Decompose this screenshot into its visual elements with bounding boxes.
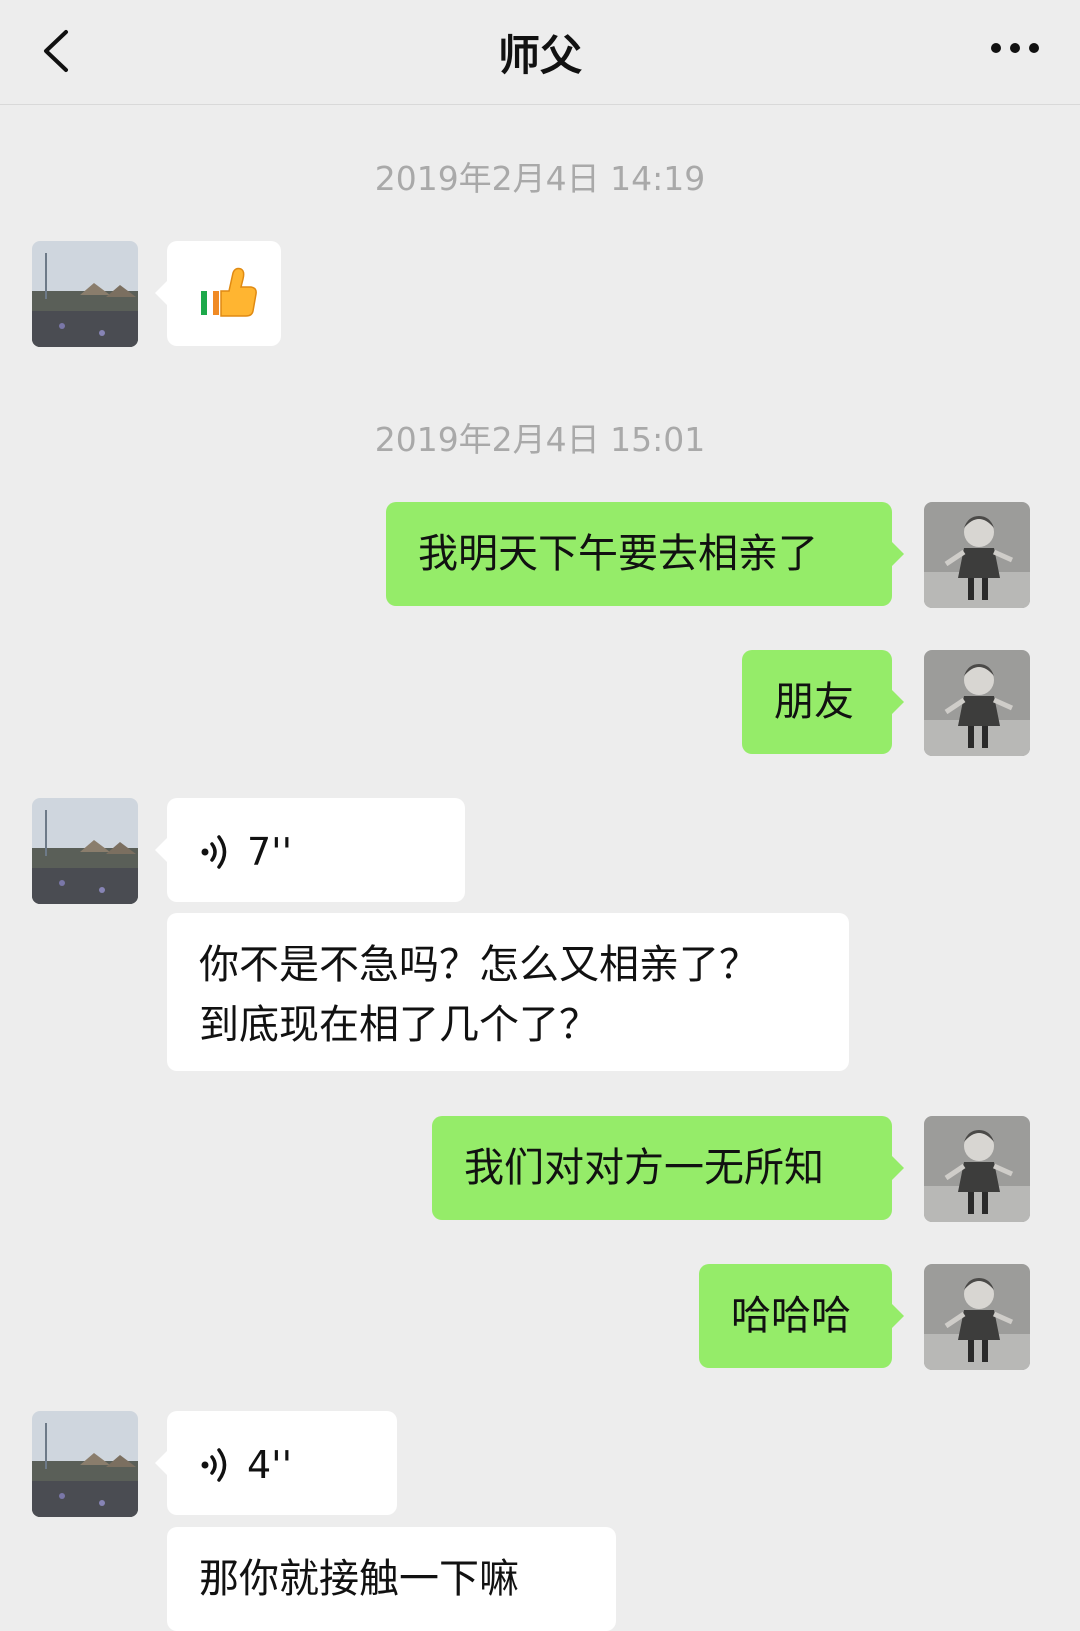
user-avatar[interactable]: [924, 1116, 1030, 1222]
message-bubble-incoming[interactable]: 你不是不急吗？怎么又相亲了？ 到底现在相了几个了？: [167, 913, 849, 1071]
landscape-avatar-image: [32, 1411, 138, 1517]
landscape-avatar-image: [32, 798, 138, 904]
voice-message-bubble[interactable]: 7'': [155, 798, 465, 902]
timestamp: 2019年2月4日 14:19: [374, 159, 706, 198]
voice-duration: 7'': [247, 830, 293, 874]
landscape-avatar-image: [32, 241, 138, 347]
message-bubble-outgoing[interactable]: 我们对对方一无所知: [432, 1116, 904, 1220]
voice-message-bubble[interactable]: 4'': [155, 1411, 397, 1515]
contact-avatar[interactable]: [32, 241, 138, 347]
more-dots-icon: [991, 43, 1039, 53]
contact-avatar[interactable]: [32, 798, 138, 904]
message-bubble-outgoing[interactable]: 哈哈哈: [699, 1264, 904, 1368]
child-photo-avatar-image: [924, 1116, 1030, 1222]
voice-duration: 4'': [247, 1443, 293, 1487]
message-bubble-outgoing[interactable]: 朋友: [742, 650, 904, 754]
child-photo-avatar-image: [924, 502, 1030, 608]
message-bubble-outgoing[interactable]: 我明天下午要去相亲了: [386, 502, 904, 606]
user-avatar[interactable]: [924, 650, 1030, 756]
user-avatar[interactable]: [924, 502, 1030, 608]
message-text-line: 你不是不急吗？怎么又相亲了？: [199, 942, 759, 988]
message-text-line: 到底现在相了几个了？: [199, 1002, 599, 1048]
message-bubble-incoming[interactable]: 那你就接触一下嘛: [167, 1527, 616, 1631]
nav-bar: 师父: [0, 0, 1080, 105]
more-button[interactable]: [990, 36, 1040, 60]
child-photo-avatar-image: [924, 1264, 1030, 1370]
voice-wave-icon: [201, 1448, 227, 1482]
contact-avatar[interactable]: [32, 1411, 138, 1517]
child-photo-avatar-image: [924, 650, 1030, 756]
chat-title: 师父: [497, 31, 582, 80]
user-avatar[interactable]: [924, 1264, 1030, 1370]
voice-wave-icon: [201, 835, 227, 869]
message-bubble-incoming[interactable]: [155, 241, 281, 346]
thumbs-up-emoji-icon: [201, 267, 257, 317]
timestamp: 2019年2月4日 15:01: [374, 420, 706, 459]
